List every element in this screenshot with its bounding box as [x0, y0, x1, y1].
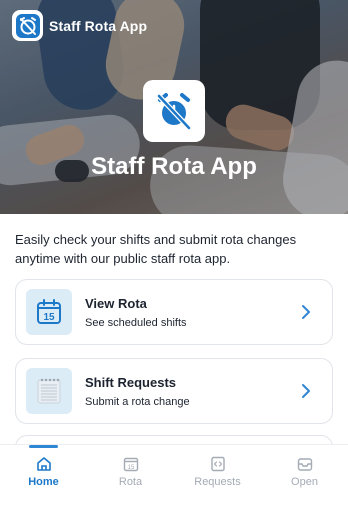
bottom-navigation: Home 15 Rota Requests Open: [0, 444, 348, 513]
shift-requests-card[interactable]: Shift Requests Submit a rota change: [15, 358, 333, 424]
calendar-15-icon: 15: [26, 289, 72, 335]
tab-label: Home: [28, 476, 59, 488]
calendar-icon: 15: [123, 457, 138, 472]
app-logo-icon: [12, 10, 43, 41]
hero-logo-icon: [143, 80, 205, 142]
hero-title: Staff Rota App: [91, 153, 257, 180]
card-title: View Rota: [85, 295, 147, 311]
view-rota-card[interactable]: 15 View Rota See scheduled shifts: [15, 279, 333, 345]
card-subtitle: See scheduled shifts: [85, 316, 187, 329]
svg-text:15: 15: [127, 465, 134, 471]
card-title: Shift Requests: [85, 374, 177, 390]
tab-label: Rota: [118, 476, 143, 488]
chevron-right-icon: [294, 379, 318, 403]
tab-label: Requests: [194, 476, 241, 488]
tab-label: Open: [291, 476, 318, 488]
code-doc-icon: [210, 456, 225, 472]
svg-text:15: 15: [43, 312, 55, 323]
tab-requests[interactable]: Requests: [174, 445, 261, 513]
home-icon: [36, 457, 51, 471]
tab-home[interactable]: Home: [0, 445, 87, 513]
app-title: Staff Rota App: [49, 17, 148, 34]
tab-rota[interactable]: 15 Rota: [87, 445, 174, 513]
chevron-right-icon: [294, 300, 318, 324]
inbox-icon: [297, 458, 312, 471]
app-header: Staff Rota App: [12, 10, 147, 41]
notepad-icon: [26, 368, 72, 414]
hero-banner: Staff Rota App Staff Rota App: [0, 0, 348, 214]
intro-text: Easily check your shifts and submit rota…: [15, 232, 297, 266]
card-subtitle: Submit a rota change: [85, 395, 190, 408]
tab-open[interactable]: Open: [261, 445, 348, 513]
